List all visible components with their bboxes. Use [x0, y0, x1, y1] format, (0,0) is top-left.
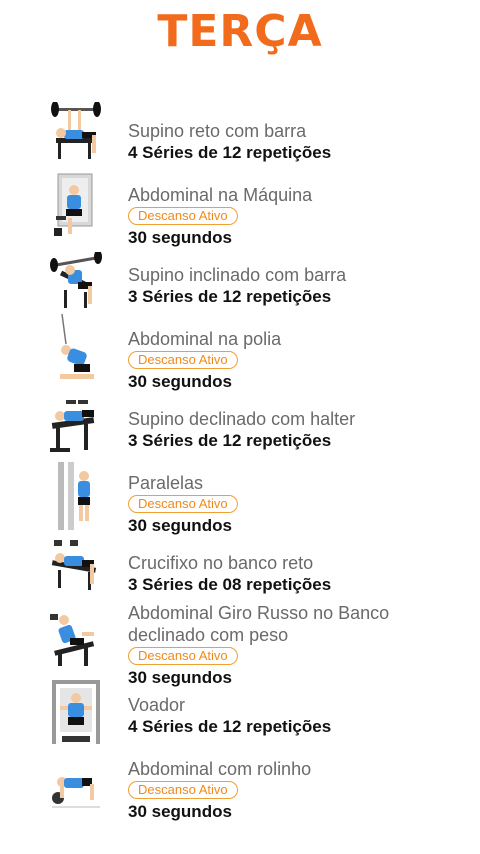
- cable-crunch-icon: [48, 314, 104, 386]
- exercise-name: Paralelas: [128, 473, 204, 493]
- exercise-detail: 30 segundos: [128, 802, 232, 821]
- exercise-name: Abdominal na Máquina: [128, 185, 313, 205]
- exercise-name: Crucifixo no banco reto: [128, 553, 314, 573]
- rest-badge: Descanso Ativo: [128, 781, 238, 799]
- exercise-name: Supino declinado com halter: [128, 409, 356, 429]
- exercise-name: Supino inclinado com barra: [128, 265, 347, 285]
- rest-badge: Descanso Ativo: [128, 207, 238, 225]
- ab-machine-icon: [48, 172, 104, 240]
- exercise-detail: 3 Séries de 08 repetições: [128, 575, 332, 594]
- parallel-bars-icon: [48, 460, 104, 532]
- rest-badge: Descanso Ativo: [128, 495, 238, 513]
- pec-deck-icon: [48, 678, 104, 748]
- exercise-detail: 30 segundos: [128, 668, 232, 687]
- bench-press-icon: [48, 102, 104, 162]
- decline-press-icon: [48, 398, 104, 458]
- page-title: TERÇA: [157, 6, 323, 57]
- exercise-name: Voador: [128, 695, 186, 715]
- exercise-detail: 30 segundos: [128, 516, 232, 535]
- exercise-name: Supino reto com barra: [128, 121, 307, 141]
- exercise-detail: 4 Séries de 12 repetições: [128, 717, 332, 736]
- rest-badge: Descanso Ativo: [128, 351, 238, 369]
- rest-badge: Descanso Ativo: [128, 647, 238, 665]
- exercise-name: Abdominal com rolinho: [128, 759, 312, 779]
- incline-press-icon: [48, 252, 104, 312]
- ab-roller-icon: [48, 762, 104, 822]
- exercise-detail: 3 Séries de 12 repetições: [128, 287, 332, 306]
- dumbbell-fly-icon: [48, 538, 104, 598]
- exercise-detail: 30 segundos: [128, 372, 232, 391]
- exercise-detail: 3 Séries de 12 repetições: [128, 431, 332, 450]
- exercise-name: Abdominal na polia: [128, 329, 282, 349]
- exercise-detail: 4 Séries de 12 repetições: [128, 143, 332, 162]
- exercise-detail: 30 segundos: [128, 228, 232, 247]
- russian-twist-icon: [48, 610, 104, 670]
- exercise-name: Abdominal Giro Russo no Banco declinado …: [128, 603, 390, 645]
